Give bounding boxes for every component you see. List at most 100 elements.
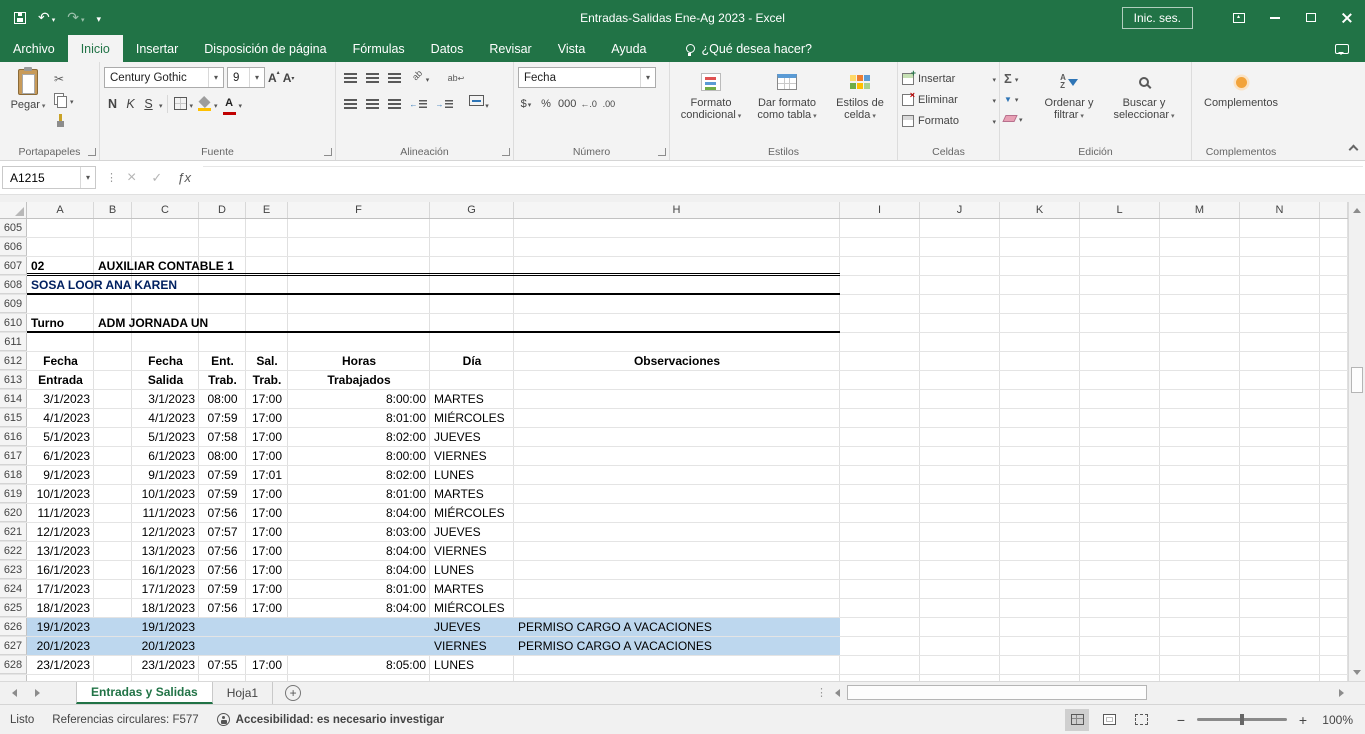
clear-button[interactable] [1004, 110, 1036, 126]
cell-G619[interactable]: MARTES [430, 485, 514, 503]
cell-G627[interactable]: VIERNES [430, 637, 514, 655]
name-box-splitter[interactable] [106, 171, 117, 184]
row-header-610[interactable]: 610 [0, 314, 27, 332]
copy-dropdown-caret[interactable] [69, 91, 74, 109]
clipboard-dialog-launcher[interactable] [88, 148, 96, 156]
column-header-G[interactable]: G [430, 202, 514, 218]
find-select-button[interactable]: Buscar y seleccionar [1102, 67, 1186, 144]
cell-E616[interactable]: 17:00 [246, 428, 288, 446]
autosum-button[interactable]: Σ [1004, 70, 1036, 86]
copy-button[interactable] [52, 92, 76, 108]
scroll-right-button[interactable] [1334, 685, 1348, 700]
underline-dropdown-caret[interactable] [158, 95, 163, 113]
row-header-624[interactable]: 624 [0, 580, 27, 598]
cell-F615[interactable]: 8:01:00 [288, 409, 430, 427]
cell-F613[interactable]: Trabajados [288, 371, 430, 389]
cell-D612[interactable]: Ent. [199, 352, 246, 370]
comma-format-button[interactable]: 000 [558, 95, 576, 113]
row-header-616[interactable]: 616 [0, 428, 27, 446]
cell-C626[interactable]: 19/1/2023 [132, 618, 199, 636]
cell-E613[interactable]: Trab. [246, 371, 288, 389]
vertical-scroll-thumb[interactable] [1351, 367, 1363, 393]
row-header-628[interactable]: 628 [0, 656, 27, 674]
align-top-button[interactable] [340, 73, 360, 83]
cell-A612[interactable]: Fecha [27, 352, 94, 370]
cell-C613[interactable]: Salida [132, 371, 199, 389]
status-accessibility[interactable]: Accesibilidad: es necesario investigar [217, 713, 444, 726]
row-header-605[interactable]: 605 [0, 219, 27, 237]
cell-D621[interactable]: 07:57 [199, 523, 246, 541]
autosum-dropdown-caret[interactable] [1014, 69, 1019, 87]
percent-format-button[interactable]: % [538, 95, 554, 113]
cell-D624[interactable]: 07:59 [199, 580, 246, 598]
ribbon-tab-insertar[interactable]: Insertar [123, 35, 191, 62]
cell-F616[interactable]: 8:02:00 [288, 428, 430, 446]
column-header-H[interactable]: H [514, 202, 840, 218]
cell-E623[interactable]: 17:00 [246, 561, 288, 579]
cell-A610[interactable]: Turno [27, 314, 94, 332]
increase-indent-button[interactable] [432, 100, 456, 109]
cell-A626[interactable]: 19/1/2023 [27, 618, 94, 636]
cell-E612[interactable]: Sal. [246, 352, 288, 370]
font-size-combo[interactable]: 9 [227, 67, 265, 88]
align-bottom-button[interactable] [384, 73, 404, 83]
cell-G612[interactable]: Día [430, 352, 514, 370]
column-header-F[interactable]: F [288, 202, 430, 218]
row-header-625[interactable]: 625 [0, 599, 27, 617]
cell-G614[interactable]: MARTES [430, 390, 514, 408]
row-header-607[interactable]: 607 [0, 257, 27, 275]
cell-C625[interactable]: 18/1/2023 [132, 599, 199, 617]
cell-C623[interactable]: 16/1/2023 [132, 561, 199, 579]
cell-D617[interactable]: 08:00 [199, 447, 246, 465]
cell-D618[interactable]: 07:59 [199, 466, 246, 484]
redo-button[interactable] [67, 9, 84, 27]
cell-F625[interactable]: 8:04:00 [288, 599, 430, 617]
font-color-dropdown-caret[interactable] [238, 95, 243, 113]
column-header-B[interactable]: B [94, 202, 132, 218]
cell-D619[interactable]: 07:59 [199, 485, 246, 503]
minimize-button[interactable] [1257, 0, 1293, 35]
undo-dropdown-caret[interactable] [52, 9, 56, 27]
column-header-D[interactable]: D [199, 202, 246, 218]
align-right-button[interactable] [384, 99, 404, 109]
cell-E628[interactable]: 17:00 [246, 656, 288, 674]
cell-A619[interactable]: 10/1/2023 [27, 485, 94, 503]
zoom-slider-thumb[interactable] [1240, 714, 1244, 725]
comment-icon[interactable] [1335, 44, 1349, 54]
cell-C620[interactable]: 11/1/2023 [132, 504, 199, 522]
align-middle-button[interactable] [362, 73, 382, 83]
column-header-C[interactable]: C [132, 202, 199, 218]
cell-B610[interactable]: ADM JORNADA UN [94, 314, 132, 332]
alignment-dialog-launcher[interactable] [502, 148, 510, 156]
bold-button[interactable]: N [104, 94, 121, 113]
ribbon-tab-datos[interactable]: Datos [418, 35, 477, 62]
insert-cells-dropdown-caret[interactable] [991, 73, 996, 85]
orientation-button[interactable] [412, 69, 432, 87]
borders-button[interactable] [172, 96, 196, 112]
clear-dropdown-caret[interactable] [1018, 109, 1023, 127]
tell-me-box[interactable]: ¿Qué desea hacer? [686, 35, 813, 62]
row-header-618[interactable]: 618 [0, 466, 27, 484]
row-header-612[interactable]: 612 [0, 352, 27, 370]
cell-F618[interactable]: 8:02:00 [288, 466, 430, 484]
insert-cells-button[interactable]: Insertar [902, 70, 996, 87]
close-button[interactable] [1329, 0, 1365, 35]
cell-C627[interactable]: 20/1/2023 [132, 637, 199, 655]
conditional-formatting-button[interactable]: Formato condicional [674, 67, 748, 144]
cell-E618[interactable]: 17:01 [246, 466, 288, 484]
decrease-indent-button[interactable] [406, 100, 430, 109]
cell-F617[interactable]: 8:00:00 [288, 447, 430, 465]
column-header-clipped[interactable] [1320, 202, 1348, 218]
format-cells-button[interactable]: Formato [902, 112, 996, 129]
paste-button[interactable]: Pegar [4, 67, 52, 144]
row-header-608[interactable]: 608 [0, 276, 27, 294]
cell-H612[interactable]: Observaciones [514, 352, 840, 370]
name-box[interactable]: A1215 [2, 166, 96, 189]
ribbon-tab-archivo[interactable]: Archivo [0, 35, 68, 62]
font-dialog-launcher[interactable] [324, 148, 332, 156]
column-header-E[interactable]: E [246, 202, 288, 218]
cell-E614[interactable]: 17:00 [246, 390, 288, 408]
column-header-I[interactable]: I [840, 202, 920, 218]
sheet-tab-hoja1[interactable]: Hoja1 [213, 682, 273, 704]
horizontal-scroll-track[interactable] [847, 685, 1331, 700]
